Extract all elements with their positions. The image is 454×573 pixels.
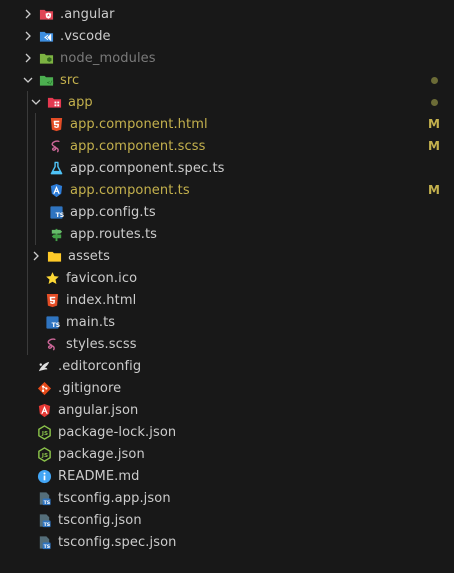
src-folder-icon: </> xyxy=(38,72,54,88)
tree-item-app-folder[interactable]: app xyxy=(0,91,454,113)
star-favicon-icon xyxy=(44,270,60,286)
tsconfig-icon: TS xyxy=(36,534,52,550)
svg-text:JS: JS xyxy=(40,453,47,459)
tree-item-angular-json[interactable]: angular.json xyxy=(0,399,454,421)
html-file-icon xyxy=(44,292,60,308)
svg-text:TS: TS xyxy=(51,322,59,329)
editorconfig-icon xyxy=(36,358,52,374)
tree-item-vscode-folder[interactable]: .vscode xyxy=(0,25,454,47)
tree-item-tsconfig-json[interactable]: TS tsconfig.json xyxy=(0,509,454,531)
git-modified-badge: M xyxy=(428,117,440,131)
tree-item-label: app.config.ts xyxy=(70,204,156,220)
tsconfig-icon: TS xyxy=(36,490,52,506)
angular-component-icon xyxy=(48,182,64,198)
chevron-right-icon[interactable] xyxy=(20,28,36,44)
tree-item-main-ts[interactable]: TS main.ts xyxy=(0,311,454,333)
tree-item-app-routes-ts[interactable]: app.routes.ts xyxy=(0,223,454,245)
tree-item-gitignore[interactable]: .gitignore xyxy=(0,377,454,399)
tree-item-label: package.json xyxy=(58,446,145,462)
tree-item-label: app.routes.ts xyxy=(70,226,158,242)
tree-item-readme-md[interactable]: README.md xyxy=(0,465,454,487)
svg-text:TS: TS xyxy=(43,544,50,550)
tree-item-index-html[interactable]: index.html xyxy=(0,289,454,311)
tree-item-editorconfig[interactable]: .editorconfig xyxy=(0,355,454,377)
tree-item-label: index.html xyxy=(66,292,137,308)
tree-item-node-modules-folder[interactable]: node_modules xyxy=(0,47,454,69)
svg-text:JS: JS xyxy=(40,431,47,437)
nodejs-hexagon-icon: JS xyxy=(36,424,52,440)
tree-item-app-component-spec-ts[interactable]: app.component.spec.ts xyxy=(0,157,454,179)
typescript-file-icon: TS xyxy=(44,314,60,330)
file-explorer-tree: .angular .vscode node_modules </> src ap… xyxy=(0,0,454,573)
sass-file-icon xyxy=(48,138,64,154)
tree-item-favicon-ico[interactable]: favicon.ico xyxy=(0,267,454,289)
assets-folder-icon xyxy=(46,248,62,264)
tree-item-src-folder[interactable]: </> src xyxy=(0,69,454,91)
tree-item-styles-scss[interactable]: styles.scss xyxy=(0,333,454,355)
tree-item-label: app.component.spec.ts xyxy=(70,160,225,176)
tsconfig-icon: TS xyxy=(36,512,52,528)
modified-dot-indicator xyxy=(431,77,438,84)
git-modified-badge: M xyxy=(428,139,440,153)
tree-item-package-json[interactable]: JS package.json xyxy=(0,443,454,465)
tree-item-label: .angular xyxy=(60,6,115,22)
tree-item-app-config-ts[interactable]: TS app.config.ts xyxy=(0,201,454,223)
tree-item-label: angular.json xyxy=(58,402,139,418)
routes-signpost-icon xyxy=(48,226,64,242)
chevron-right-icon[interactable] xyxy=(28,248,44,264)
chevron-right-icon[interactable] xyxy=(20,6,36,22)
tree-item-app-component-ts[interactable]: app.component.ts M xyxy=(0,179,454,201)
nodejs-hexagon-icon: JS xyxy=(36,446,52,462)
tree-item-label: main.ts xyxy=(66,314,116,330)
vscode-folder-icon xyxy=(38,28,54,44)
tree-item-label: tsconfig.app.json xyxy=(58,490,171,506)
tree-item-label: tsconfig.spec.json xyxy=(58,534,177,550)
chevron-right-icon[interactable] xyxy=(20,50,36,66)
tree-item-label: app.component.scss xyxy=(70,138,206,154)
svg-text:TS: TS xyxy=(43,522,50,528)
sass-file-icon xyxy=(44,336,60,352)
chevron-down-icon[interactable] xyxy=(28,94,44,110)
tree-item-label: app xyxy=(68,94,93,110)
angular-logo-icon xyxy=(36,402,52,418)
tree-item-tsconfig-app-json[interactable]: TS tsconfig.app.json xyxy=(0,487,454,509)
modified-dot-indicator xyxy=(431,99,438,106)
tree-item-label: src xyxy=(60,72,80,88)
tree-item-label: .editorconfig xyxy=(58,358,142,374)
tree-item-label: README.md xyxy=(58,468,140,484)
angular-folder-icon xyxy=(38,6,54,22)
svg-text:TS: TS xyxy=(43,500,50,506)
tree-item-package-lock-json[interactable]: JS package-lock.json xyxy=(0,421,454,443)
svg-text:TS: TS xyxy=(55,212,63,219)
app-folder-icon xyxy=(46,94,62,110)
info-circle-icon xyxy=(36,468,52,484)
chevron-down-icon[interactable] xyxy=(20,72,36,88)
tree-item-label: favicon.ico xyxy=(66,270,138,286)
tree-item-label: .vscode xyxy=(60,28,111,44)
tree-item-angular-folder[interactable]: .angular xyxy=(0,3,454,25)
svg-text:</>: </> xyxy=(46,79,53,85)
html-file-icon xyxy=(48,116,64,132)
tree-item-label: app.component.ts xyxy=(70,182,190,198)
tree-item-assets-folder[interactable]: assets xyxy=(0,245,454,267)
git-modified-badge: M xyxy=(428,183,440,197)
tree-item-label: styles.scss xyxy=(66,336,137,352)
tree-item-label: .gitignore xyxy=(58,380,122,396)
node-folder-icon xyxy=(38,50,54,66)
tree-item-tsconfig-spec-json[interactable]: TS tsconfig.spec.json xyxy=(0,531,454,553)
test-flask-icon xyxy=(48,160,64,176)
tree-item-label: app.component.html xyxy=(70,116,208,132)
tree-item-label: node_modules xyxy=(60,50,156,66)
tree-item-label: tsconfig.json xyxy=(58,512,142,528)
typescript-file-icon: TS xyxy=(48,204,64,220)
git-icon xyxy=(36,380,52,396)
tree-item-label: assets xyxy=(68,248,110,264)
tree-item-app-component-scss[interactable]: app.component.scss M xyxy=(0,135,454,157)
tree-item-label: package-lock.json xyxy=(58,424,177,440)
tree-item-app-component-html[interactable]: app.component.html M xyxy=(0,113,454,135)
